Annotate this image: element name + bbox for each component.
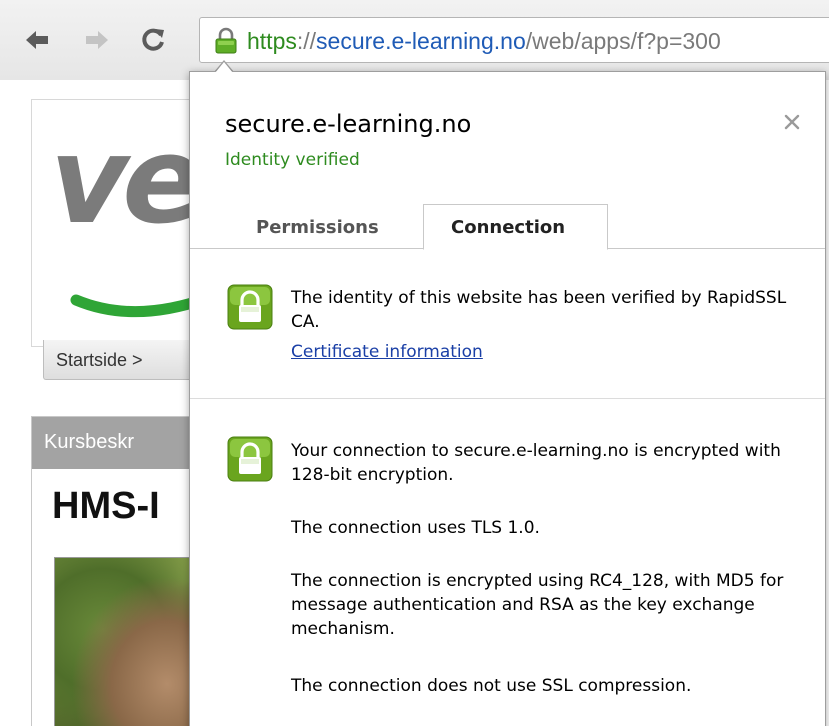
reload-icon xyxy=(142,28,164,51)
course-title: HMS-I xyxy=(52,485,160,527)
url-scheme: https xyxy=(247,28,297,54)
certificate-information-link[interactable]: Certificate information xyxy=(291,340,483,364)
connection-compression-text: The connection does not use SSL compress… xyxy=(291,676,692,696)
course-panel: Kursbeskr HMS-I xyxy=(31,416,208,726)
close-button[interactable] xyxy=(780,110,804,134)
tab-connection-label: Connection xyxy=(451,217,566,238)
back-arrow-icon xyxy=(26,31,48,49)
site-logo[interactable]: ve xyxy=(31,99,208,347)
back-button[interactable] xyxy=(20,22,54,58)
padlock-icon xyxy=(227,436,273,482)
forward-button[interactable] xyxy=(80,22,114,58)
reload-button[interactable] xyxy=(136,22,170,58)
bubble-pointer-fill xyxy=(215,62,233,73)
connection-protocol-text: The connection uses TLS 1.0. xyxy=(291,518,540,538)
padlock-icon xyxy=(227,284,273,330)
breadcrumb-home-link[interactable]: Startside > xyxy=(56,350,143,371)
course-panel-header: Kursbeskr xyxy=(32,417,207,469)
logo-swoosh xyxy=(70,292,207,318)
section-divider xyxy=(190,398,825,399)
url-host: secure.e-learning.no xyxy=(316,28,526,54)
course-photo xyxy=(54,557,207,726)
browser-toolbar: https://secure.e-learning.no/web/apps/f?… xyxy=(0,0,829,80)
breadcrumb: Startside > xyxy=(43,340,213,380)
site-info-bubble: secure.e-learning.no Identity verified P… xyxy=(189,71,826,726)
connection-cipher-text: The connection is encrypted using RC4_12… xyxy=(291,571,784,639)
url-text[interactable]: https://secure.e-learning.no/web/apps/f?… xyxy=(247,27,721,55)
identity-status: Identity verified xyxy=(225,150,360,170)
site-name: secure.e-learning.no xyxy=(225,110,472,138)
close-icon xyxy=(784,114,800,130)
identity-verified-text: The identity of this website has been ve… xyxy=(291,288,787,332)
forward-arrow-icon xyxy=(86,31,108,49)
url-separator: :// xyxy=(296,28,317,54)
logo-wordmark: ve xyxy=(50,112,204,251)
tab-permissions-label: Permissions xyxy=(256,217,379,238)
url-path: /web/apps/f?p=300 xyxy=(525,28,721,54)
course-panel-header-label: Kursbeskr xyxy=(44,431,135,453)
tab-connection[interactable]: Connection xyxy=(423,204,608,250)
connection-encryption-text: Your connection to secure.e-learning.no … xyxy=(291,441,781,485)
address-bar[interactable]: https://secure.e-learning.no/web/apps/f?… xyxy=(199,17,829,63)
tab-permissions[interactable]: Permissions xyxy=(234,207,424,249)
screen: ve Startside > Kursbeskr HMS-I https://s… xyxy=(0,0,829,726)
padlock-icon[interactable] xyxy=(214,27,238,55)
